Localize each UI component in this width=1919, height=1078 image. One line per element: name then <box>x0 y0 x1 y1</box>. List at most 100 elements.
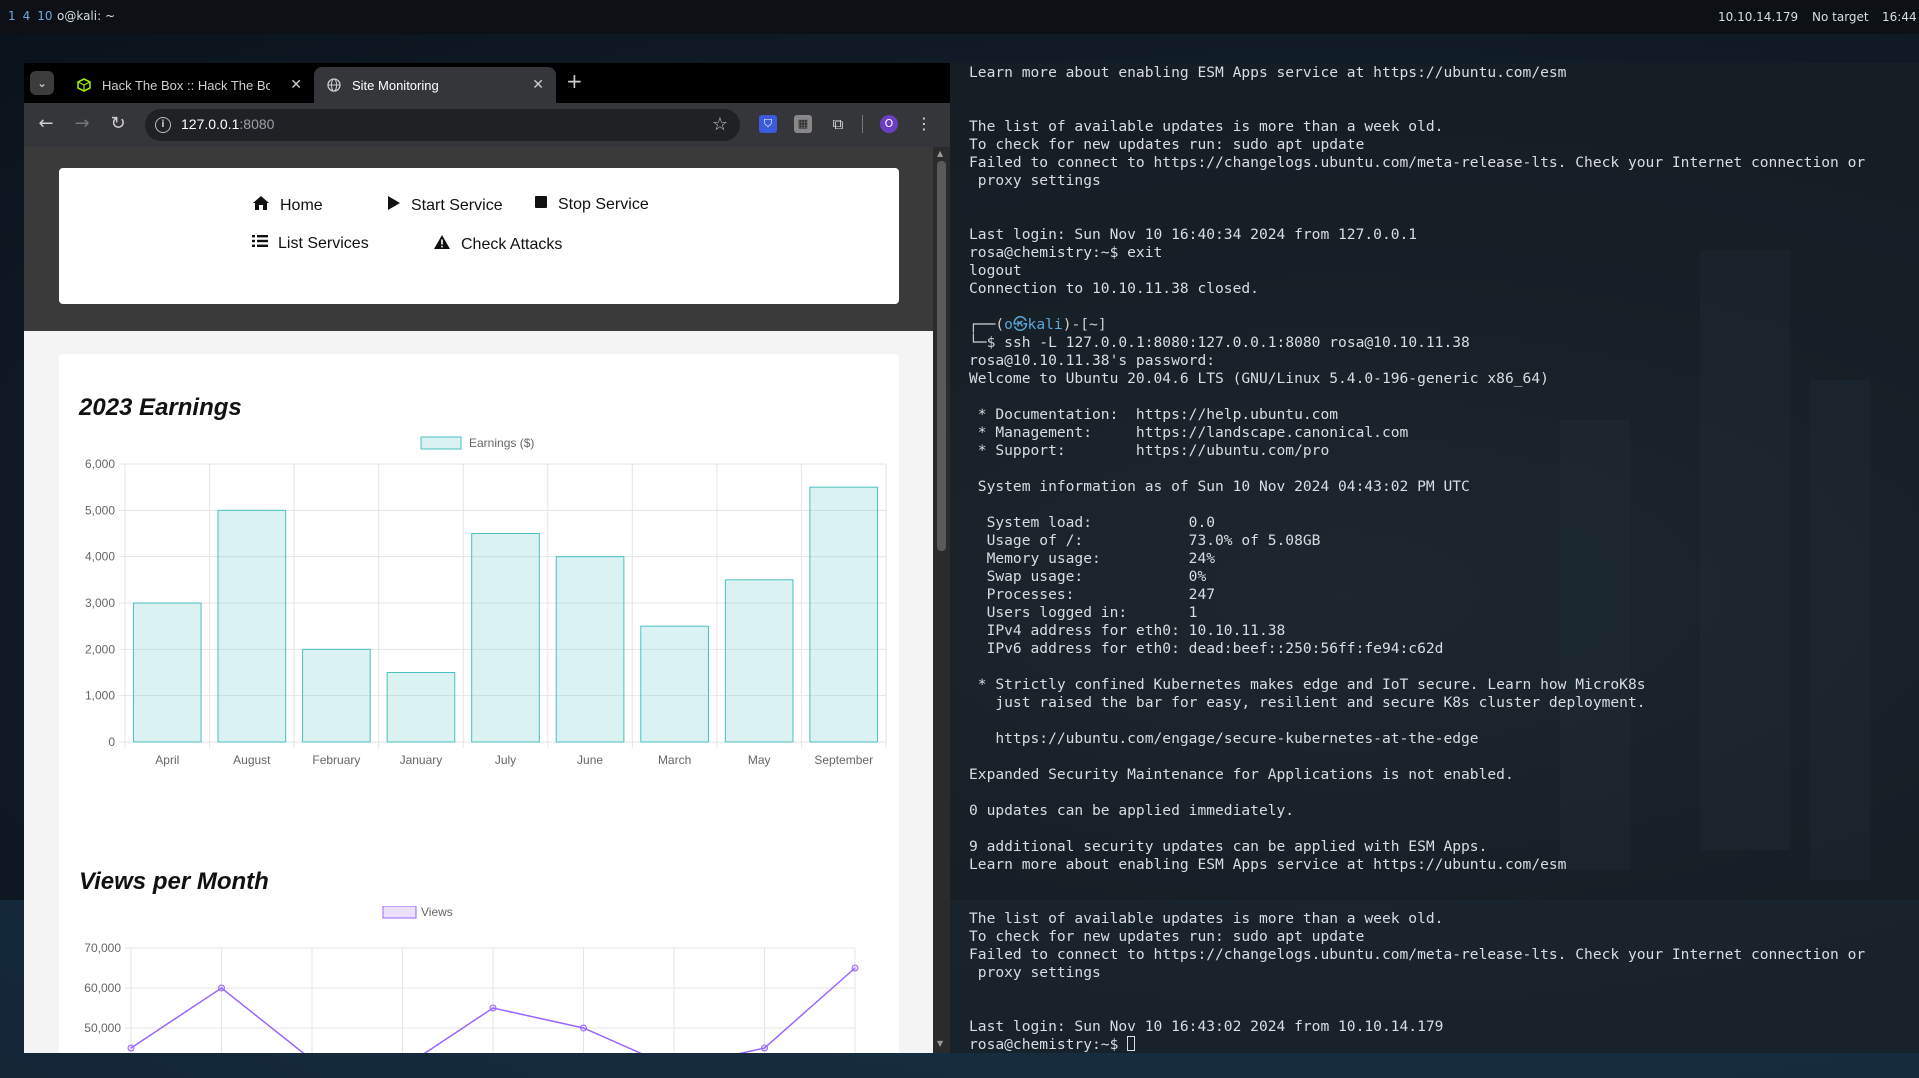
bar <box>724 579 794 743</box>
ip-address: 10.10.14.179 <box>1718 10 1799 24</box>
tab-hackthebox[interactable]: Hack The Box :: Hack The Bo ✕ <box>64 67 314 103</box>
bar <box>302 648 371 743</box>
terminal-command: ssh -L 127.0.0.1:8080:127.0.0.1:8080 ros… <box>1004 334 1470 351</box>
tab-strip: ⌄ Hack The Box :: Hack The Bo ✕ Site Mon… <box>24 63 950 103</box>
bar <box>132 602 202 743</box>
bookmark-star-icon[interactable]: ☆ <box>712 114 728 135</box>
legend-swatch <box>382 906 417 919</box>
x-tick-label: May <box>748 753 771 767</box>
scroll-down-icon[interactable]: ▼ <box>937 1039 943 1048</box>
workspace-4[interactable]: 4 <box>23 9 31 23</box>
x-tick-label: June <box>577 753 603 767</box>
bar <box>217 509 287 743</box>
close-tab-icon[interactable]: ✕ <box>290 76 302 93</box>
tab-label: Hack The Box :: Hack The Bo <box>102 77 270 93</box>
y-tick-label: 60,000 <box>84 981 121 995</box>
data-point <box>218 984 225 992</box>
workspace-1[interactable]: 1 <box>8 9 16 23</box>
x-tick-label: August <box>233 753 271 767</box>
close-tab-icon[interactable]: ✕ <box>532 76 544 93</box>
terminal-cursor <box>1127 1036 1136 1051</box>
workspace-10[interactable]: 10 <box>37 9 52 23</box>
terminal-lines-after: rosa@10.10.11.38's password: Welcome to … <box>969 352 1866 1035</box>
legend-label: Views <box>421 906 453 919</box>
nav-start-service[interactable]: Start Service <box>387 195 503 216</box>
data-point <box>127 1044 135 1052</box>
y-tick-label: 4,000 <box>85 550 115 564</box>
browser-window: ⌄ Hack The Box :: Hack The Bo ✕ Site Mon… <box>24 63 950 1053</box>
scrollbar-thumb[interactable] <box>937 161 946 551</box>
target-indicator: No target <box>1812 10 1869 24</box>
bar <box>555 556 625 743</box>
page-viewport: Home Start Service Stop Service List Ser… <box>24 147 933 1053</box>
stop-icon <box>534 195 548 214</box>
earnings-title: 2023 Earnings <box>79 394 242 421</box>
y-tick-label: 6,000 <box>85 457 115 471</box>
y-tick-label: 2,000 <box>85 642 115 656</box>
tab-label: Site Monitoring <box>352 77 439 93</box>
legend-swatch <box>420 436 462 450</box>
views-line-chart: Views 70,000 60,000 50,000 <box>84 906 859 1053</box>
nav-check-attacks[interactable]: Check Attacks <box>433 234 562 255</box>
terminal-output: Learn more about enabling ESM Apps servi… <box>969 64 1866 1053</box>
nav-card: Home Start Service Stop Service List Ser… <box>59 168 899 304</box>
x-tick-label: September <box>814 753 873 767</box>
reload-icon[interactable]: ↻ <box>106 113 130 134</box>
bar <box>386 672 456 743</box>
x-tick-label: February <box>312 753 360 767</box>
warning-icon <box>433 234 451 255</box>
puzzle-extensions-icon[interactable]: ⧉ <box>829 115 847 133</box>
url-text[interactable]: 127.0.0.1:8080 <box>181 116 274 132</box>
toolbar-divider <box>862 115 863 133</box>
globe-icon <box>326 77 342 93</box>
nav-list-services[interactable]: List Services <box>252 234 369 253</box>
prompt-dir: ~ <box>1089 316 1098 333</box>
y-tick-label: 1,000 <box>85 689 115 703</box>
terminal-final-prompt: rosa@chemistry:~$ <box>969 1036 1128 1053</box>
profile-avatar[interactable]: O <box>880 115 898 133</box>
address-bar[interactable]: i 127.0.0.1:8080 ☆ <box>145 109 740 141</box>
bar <box>640 625 709 743</box>
home-icon <box>252 195 270 216</box>
views-title: Views per Month <box>79 868 269 895</box>
workspace-switcher[interactable]: 1 4 10 <box>8 9 60 23</box>
nav-stop-service[interactable]: Stop Service <box>534 195 649 214</box>
nav-home[interactable]: Home <box>252 195 323 216</box>
site-info-icon[interactable]: i <box>155 117 171 133</box>
x-tick-label: July <box>495 753 516 767</box>
top-panel: 1 4 10 o@kali: ~ 10.10.14.179 No target 16… <box>0 0 1919 34</box>
back-icon[interactable]: ← <box>34 113 58 134</box>
terminal-lines-before: Learn more about enabling ESM Apps servi… <box>969 64 1866 297</box>
x-tick-label: March <box>658 753 691 767</box>
clock: 16:44 <box>1882 10 1917 24</box>
browser-toolbar: ← → ↻ i 127.0.0.1:8080 ☆ ⛉ ▦ ⧉ O ⋮ <box>24 103 950 147</box>
bar <box>809 486 879 743</box>
page-scrollbar[interactable]: ▲ ▼ <box>933 147 950 1053</box>
list-icon <box>252 234 268 253</box>
shield-extension-icon[interactable]: ⛉ <box>759 115 777 133</box>
prompt-user: o㉿kali <box>1004 316 1063 333</box>
y-tick-label: 50,000 <box>84 1021 121 1035</box>
data-point <box>489 1004 497 1012</box>
y-tick-label: 70,000 <box>84 941 121 955</box>
extension-icon[interactable]: ▦ <box>794 115 812 133</box>
terminal-window[interactable]: Learn more about enabling ESM Apps servi… <box>950 63 1919 1053</box>
play-icon <box>387 195 401 216</box>
forward-icon[interactable]: → <box>70 113 94 134</box>
tab-site-monitoring[interactable]: Site Monitoring ✕ <box>314 67 556 103</box>
charts-card: 2023 Earnings Earnings ($) 0 1,000 2,000 3,0… <box>59 354 899 1053</box>
tab-search-button[interactable]: ⌄ <box>30 71 54 95</box>
active-window-title: o@kali: ~ <box>57 9 116 23</box>
new-tab-icon[interactable]: + <box>566 69 583 93</box>
menu-kebab-icon[interactable]: ⋮ <box>915 115 933 133</box>
y-tick-label: 3,000 <box>85 596 115 610</box>
y-tick-label: 0 <box>108 735 115 749</box>
data-point <box>580 1024 587 1032</box>
data-point <box>851 964 859 972</box>
earnings-bar-chart: Earnings ($) 0 1,000 2,000 3,000 4,000 5,000 6,… <box>85 436 887 767</box>
data-point <box>761 1044 768 1052</box>
bar <box>471 533 540 743</box>
x-tick-label: January <box>400 753 443 767</box>
x-tick-label: April <box>155 753 179 767</box>
scroll-up-icon[interactable]: ▲ <box>937 149 943 158</box>
